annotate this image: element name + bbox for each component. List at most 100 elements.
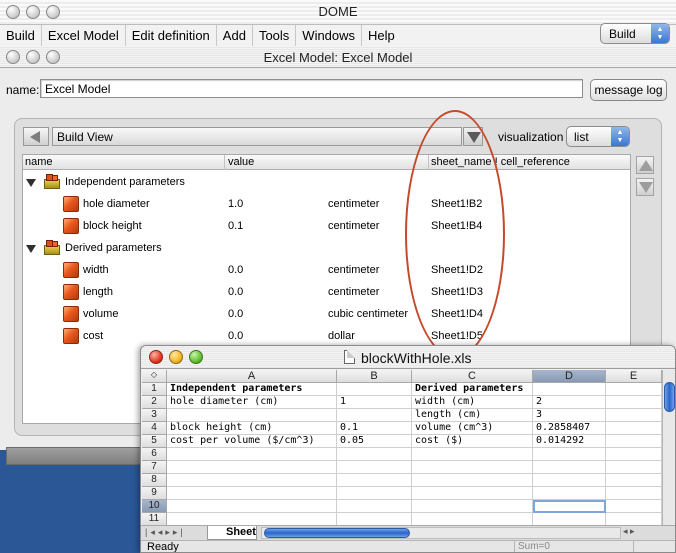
horizontal-scrollbar[interactable] — [261, 527, 621, 539]
mode-select[interactable]: Build ▲ ▼ — [600, 23, 670, 44]
grid-cell[interactable] — [606, 448, 662, 461]
sheet-tab[interactable]: Sheet — [207, 526, 257, 540]
scroll-up-arrow-icon[interactable] — [636, 156, 654, 174]
grid-cell[interactable] — [533, 383, 606, 396]
grid-cell[interactable] — [606, 474, 662, 487]
zoom-button[interactable] — [189, 350, 203, 364]
parameter-value[interactable]: 0.0 — [228, 330, 243, 342]
row-header[interactable]: 10 — [142, 500, 167, 513]
horizontal-scroll-arrows-icon[interactable]: ◂ ▸ — [623, 526, 635, 537]
grid-cell[interactable] — [533, 474, 606, 487]
parameter-row[interactable]: cost 0.0 dollar Sheet1!D5 — [23, 325, 630, 347]
vertical-scroll-thumb[interactable] — [664, 382, 675, 412]
view-select[interactable]: Build View — [52, 127, 462, 146]
grid-cell[interactable] — [167, 448, 337, 461]
row-header[interactable]: 2 — [142, 396, 167, 409]
parameter-unit[interactable]: dollar — [328, 330, 355, 342]
grid-cell[interactable]: block height (cm) — [167, 422, 337, 435]
grid-cell[interactable] — [606, 409, 662, 422]
grid-cell[interactable] — [167, 474, 337, 487]
visualization-select[interactable]: list ▲ ▼ — [566, 126, 630, 147]
grid-cell[interactable] — [606, 435, 662, 448]
grid-cell[interactable]: volume (cm^3) — [412, 422, 533, 435]
expand-triangle-icon[interactable] — [26, 179, 36, 187]
grid-cell[interactable] — [337, 383, 412, 396]
grid-cell[interactable]: 0.05 — [337, 435, 412, 448]
grid-cell[interactable] — [167, 500, 337, 513]
parameter-unit[interactable]: centimeter — [328, 220, 379, 232]
grid-cell[interactable] — [533, 513, 606, 525]
menu-build[interactable]: Build — [0, 25, 42, 47]
select-all-corner[interactable]: ◇ — [142, 370, 167, 383]
grid-cell[interactable]: 1 — [337, 396, 412, 409]
parameter-row[interactable]: block height 0.1 centimeter Sheet1!B4 — [23, 215, 630, 237]
grid-cell[interactable] — [533, 448, 606, 461]
grid-cell[interactable] — [606, 487, 662, 500]
row-header[interactable]: 8 — [142, 474, 167, 487]
grid-cell[interactable] — [533, 500, 606, 513]
grid-cell[interactable] — [412, 448, 533, 461]
grid-cell[interactable]: 0.1 — [337, 422, 412, 435]
column-header-b[interactable]: B — [337, 370, 412, 383]
grid-cell[interactable]: hole diameter (cm) — [167, 396, 337, 409]
grid-cell[interactable] — [337, 448, 412, 461]
grid-cell[interactable] — [533, 487, 606, 500]
expand-triangle-icon[interactable] — [26, 245, 36, 253]
parameter-value[interactable]: 0.0 — [228, 308, 243, 320]
grid-cell[interactable] — [412, 513, 533, 525]
menu-tools[interactable]: Tools — [253, 25, 297, 47]
grid-cell[interactable] — [167, 409, 337, 422]
column-header-e[interactable]: E — [606, 370, 662, 383]
row-header[interactable]: 3 — [142, 409, 167, 422]
grid-cell[interactable] — [337, 487, 412, 500]
grid-cell[interactable] — [412, 461, 533, 474]
parameter-row[interactable]: width 0.0 centimeter Sheet1!D2 — [23, 259, 630, 281]
parameter-row[interactable]: volume 0.0 cubic centimeter Sheet1!D4 — [23, 303, 630, 325]
back-arrow-icon[interactable] — [23, 127, 49, 146]
grid-cell[interactable]: 2 — [533, 396, 606, 409]
grid-cell[interactable] — [606, 500, 662, 513]
grid-cell[interactable] — [412, 487, 533, 500]
parameter-value[interactable]: 0.0 — [228, 286, 243, 298]
grid-cell[interactable]: width (cm) — [412, 396, 533, 409]
row-header[interactable]: 7 — [142, 461, 167, 474]
row-header[interactable]: 1 — [142, 383, 167, 396]
grid-cell[interactable] — [167, 513, 337, 525]
grid-cell[interactable]: length (cm) — [412, 409, 533, 422]
grid-cell[interactable] — [606, 396, 662, 409]
grid-cell[interactable]: Derived parameters — [412, 383, 533, 396]
grid-cell[interactable] — [337, 461, 412, 474]
row-header[interactable]: 5 — [142, 435, 167, 448]
grid-cell[interactable] — [167, 461, 337, 474]
grid-cell[interactable] — [167, 487, 337, 500]
parameter-value[interactable]: 0.0 — [228, 264, 243, 276]
column-value[interactable]: value — [228, 156, 254, 168]
grid-cell[interactable] — [606, 383, 662, 396]
row-header[interactable]: 11 — [142, 513, 167, 525]
parameter-unit[interactable]: centimeter — [328, 264, 379, 276]
sheet-navigation-arrows-icon[interactable]: |◂◂▸▸| — [145, 527, 186, 538]
grid-cell[interactable] — [337, 500, 412, 513]
grid-cell[interactable]: cost per volume ($/cm^3) — [167, 435, 337, 448]
grid-cell[interactable] — [337, 409, 412, 422]
row-header[interactable]: 4 — [142, 422, 167, 435]
scroll-down-arrow-icon[interactable] — [636, 178, 654, 196]
vertical-scrollbar[interactable] — [662, 370, 675, 525]
grid-cell[interactable] — [606, 461, 662, 474]
message-log-button[interactable]: message log — [590, 79, 667, 101]
parameter-row[interactable]: length 0.0 centimeter Sheet1!D3 — [23, 281, 630, 303]
column-name[interactable]: name — [25, 156, 53, 168]
row-header[interactable]: 9 — [142, 487, 167, 500]
menu-edit-definition[interactable]: Edit definition — [126, 25, 217, 47]
menu-add[interactable]: Add — [217, 25, 253, 47]
parameter-unit[interactable]: centimeter — [328, 286, 379, 298]
minimize-button[interactable] — [169, 350, 183, 364]
close-button[interactable] — [149, 350, 163, 364]
column-header-a[interactable]: A — [167, 370, 337, 383]
grid-cell[interactable]: cost ($) — [412, 435, 533, 448]
column-header-d[interactable]: D — [533, 370, 606, 383]
tree-group-row[interactable]: Independent parameters — [23, 171, 630, 193]
parameter-unit[interactable]: centimeter — [328, 198, 379, 210]
grid-cell[interactable] — [533, 461, 606, 474]
grid-cell[interactable]: 0.2858407 — [533, 422, 606, 435]
